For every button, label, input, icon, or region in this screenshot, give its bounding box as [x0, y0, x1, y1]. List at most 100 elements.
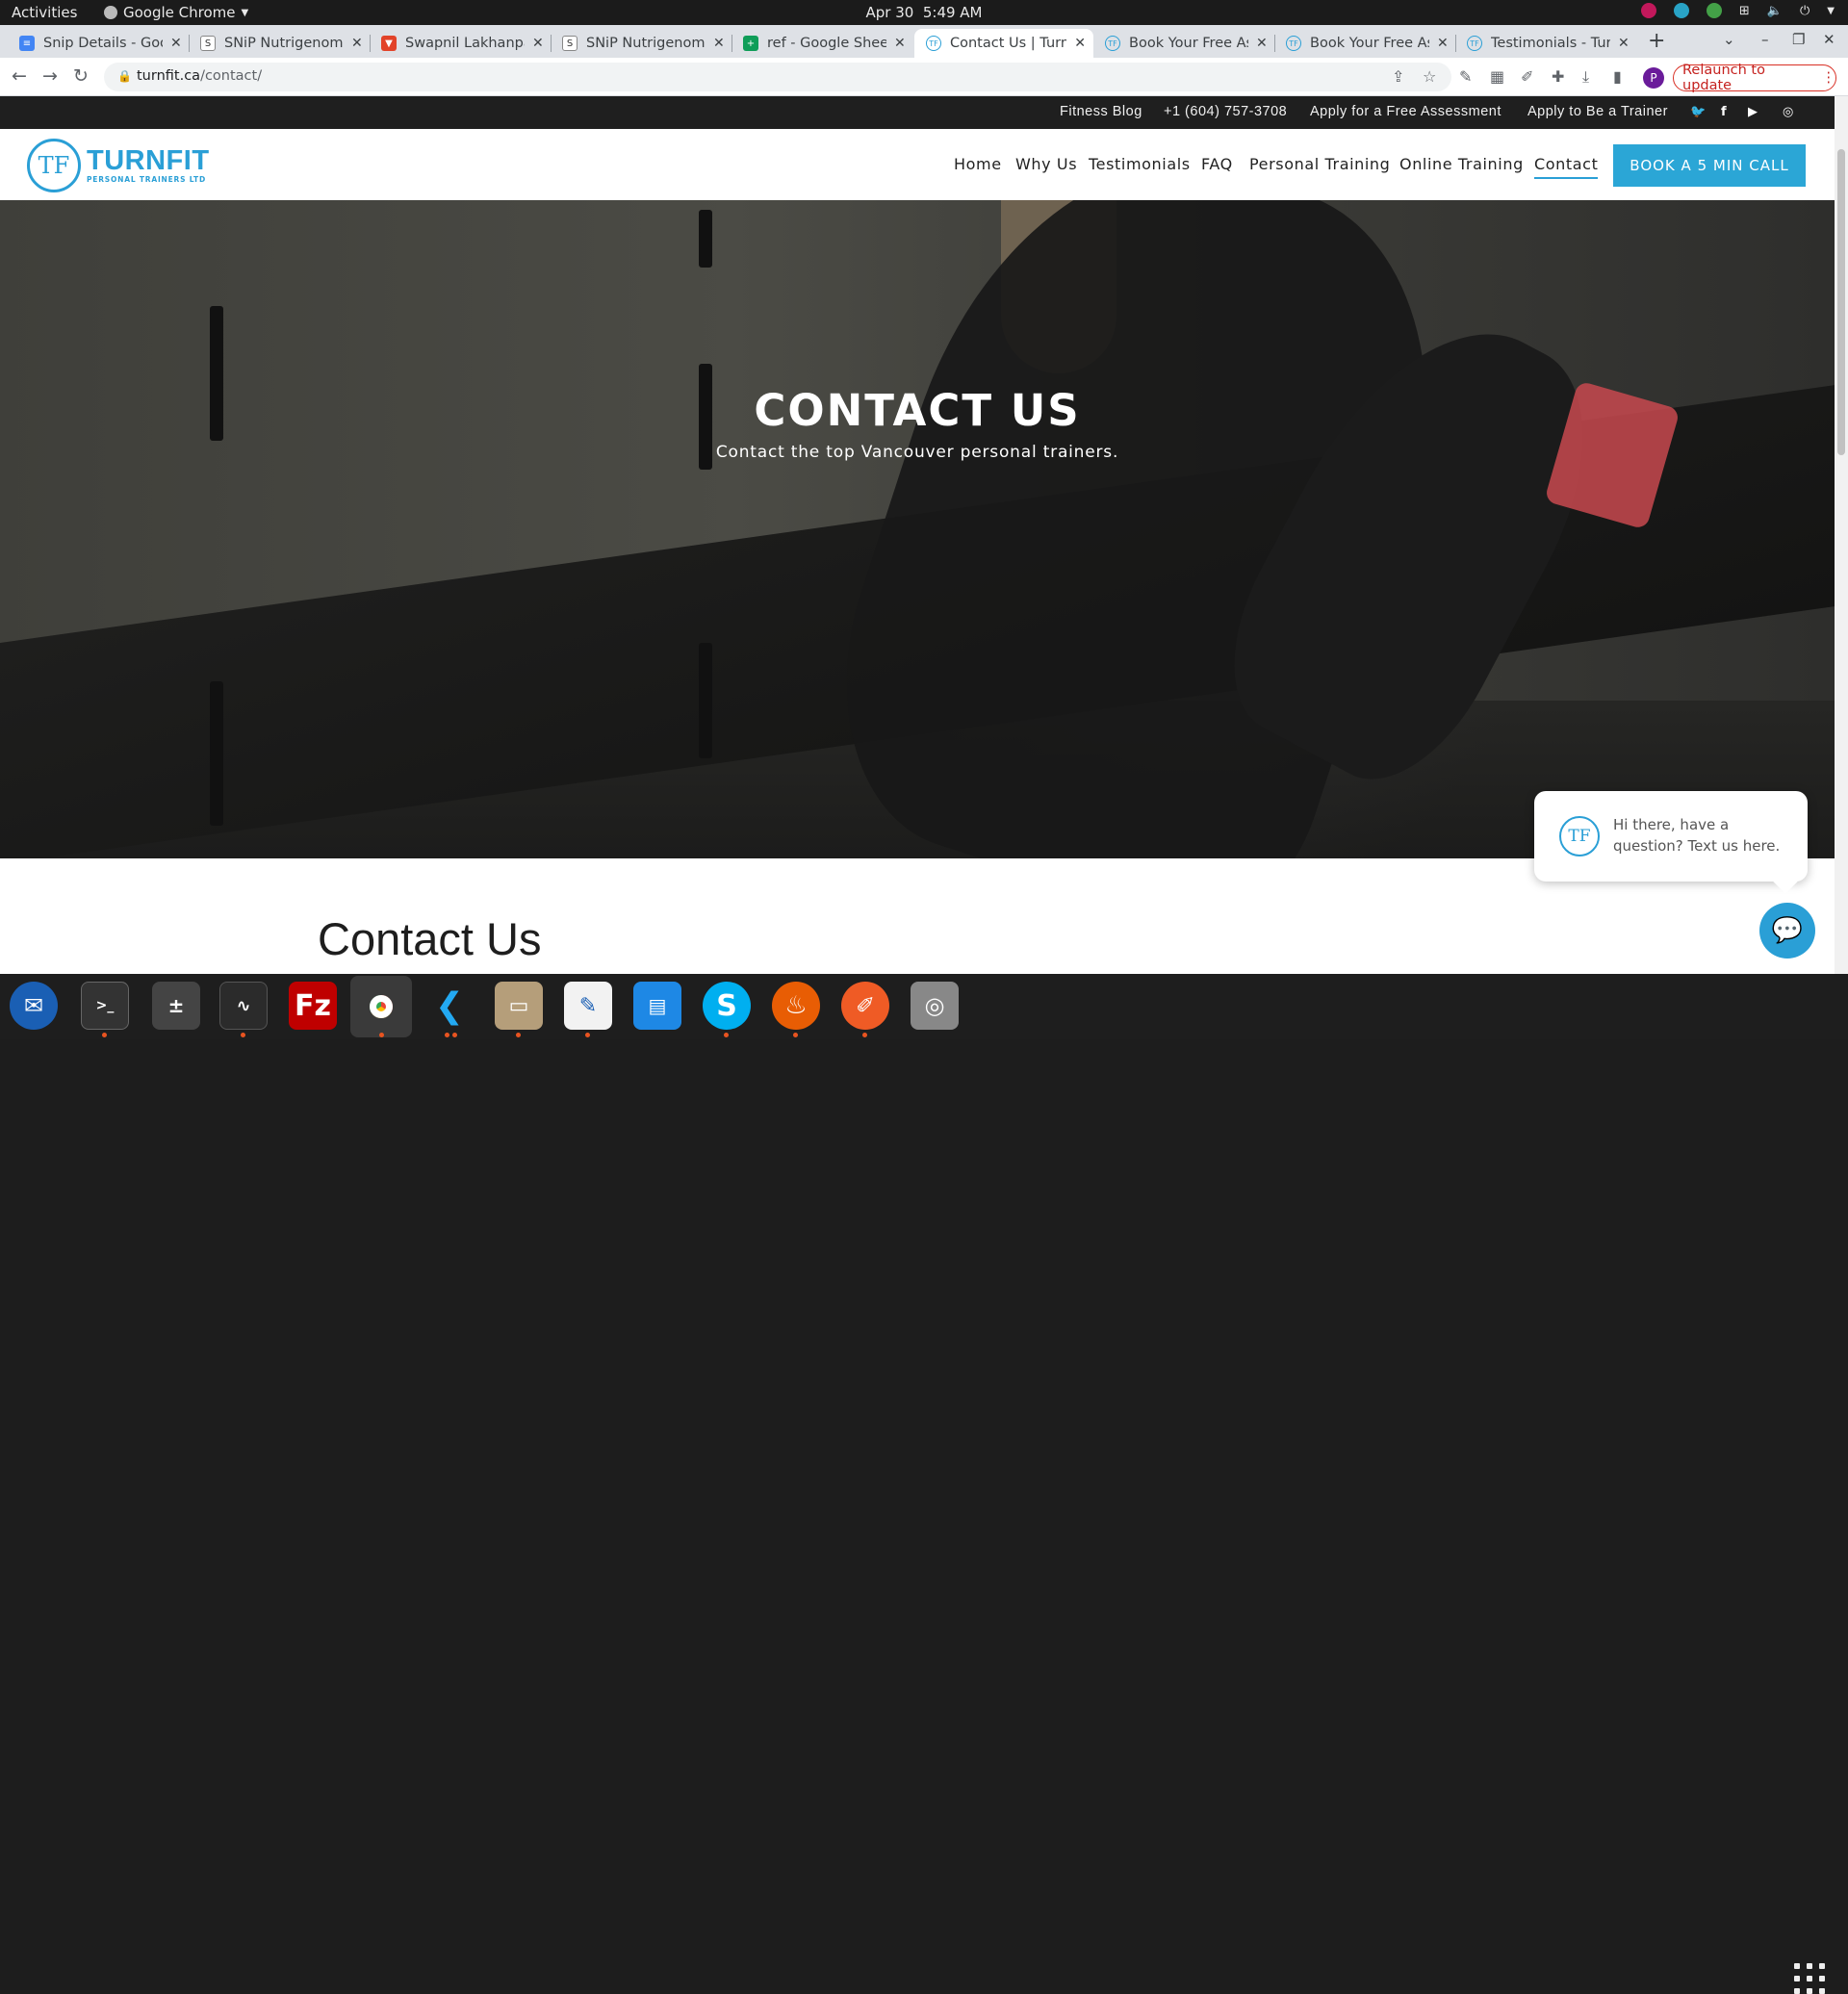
- youtube-icon[interactable]: ▶: [1748, 105, 1758, 119]
- forward-icon[interactable]: →: [42, 65, 58, 87]
- vscode-icon[interactable]: ❮: [425, 982, 474, 1030]
- close-icon[interactable]: ✕: [713, 36, 725, 51]
- tab-snip-details[interactable]: ≡ Snip Details - Goo ✕: [8, 29, 190, 58]
- tab-book-free-1[interactable]: TF Book Your Free As ✕: [1093, 29, 1275, 58]
- nav-contact[interactable]: Contact: [1534, 155, 1599, 179]
- running-indicator: [585, 1033, 590, 1037]
- system-tray[interactable]: ⊞ 🔈 ⏻ ▼: [1640, 3, 1835, 18]
- chat-popup[interactable]: TF Hi there, have a question? Text us he…: [1534, 791, 1808, 894]
- chevron-down-icon[interactable]: ▼: [1827, 6, 1835, 16]
- url-text[interactable]: turnfit.ca/contact/: [137, 68, 262, 84]
- minimize-button[interactable]: –: [1761, 31, 1769, 48]
- filezilla-icon[interactable]: Fz: [289, 982, 337, 1030]
- skype-icon[interactable]: S: [703, 982, 751, 1030]
- chrome-dock-icon[interactable]: [350, 976, 412, 1037]
- nav-personal-training[interactable]: Personal Training: [1249, 155, 1390, 173]
- snip-icon: S: [562, 36, 578, 51]
- date: Apr 30: [865, 4, 914, 21]
- tab-snip-nutrigenomics-1[interactable]: S SNiP Nutrigenomi ✕: [189, 29, 371, 58]
- download-icon[interactable]: ⤓: [1582, 67, 1589, 87]
- instagram-icon[interactable]: ◎: [1783, 105, 1793, 119]
- running-indicator: [445, 1033, 449, 1037]
- side-panel-icon[interactable]: ▮: [1613, 67, 1622, 86]
- relaunch-button[interactable]: Relaunch to update ⋮: [1673, 63, 1836, 93]
- nav-online-training[interactable]: Online Training: [1399, 155, 1524, 173]
- chat-button[interactable]: 💬: [1759, 903, 1815, 959]
- close-icon[interactable]: ✕: [532, 36, 544, 51]
- address-bar[interactable]: 🔒 turnfit.ca/contact/ ⇪ ☆: [104, 63, 1451, 91]
- apply-trainer-link[interactable]: Apply to Be a Trainer: [1527, 104, 1668, 119]
- volume-icon[interactable]: 🔈: [1767, 4, 1783, 18]
- flame-app-icon[interactable]: ♨: [772, 982, 820, 1030]
- sheets-icon: +: [743, 36, 758, 51]
- close-icon[interactable]: ✕: [170, 36, 182, 51]
- tab-ref-sheet[interactable]: + ref - Google Sheet ✕: [732, 29, 913, 58]
- text-editor-icon[interactable]: ✎: [564, 982, 612, 1030]
- twitter-icon[interactable]: 🐦: [1690, 105, 1706, 119]
- tab-title: Contact Us | Turnf: [950, 36, 1067, 51]
- tab-strip: ≡ Snip Details - Goo ✕ S SNiP Nutrigenom…: [0, 25, 1848, 58]
- files-icon[interactable]: ▭: [495, 982, 543, 1030]
- close-window-button[interactable]: ✕: [1823, 31, 1835, 48]
- nav-home[interactable]: Home: [954, 155, 1002, 173]
- close-icon[interactable]: ✕: [1074, 36, 1086, 51]
- running-indicator: [724, 1033, 729, 1037]
- tab-title: SNiP Nutrigenomi: [224, 36, 344, 51]
- share-icon[interactable]: ⇪: [1392, 67, 1404, 86]
- update-check-icon[interactable]: [1706, 3, 1722, 18]
- calculator-icon[interactable]: ±: [152, 982, 200, 1030]
- tab-testimonials[interactable]: TF Testimonials - Tur ✕: [1455, 29, 1637, 58]
- scrollbar-thumb[interactable]: [1837, 149, 1845, 455]
- close-icon[interactable]: ✕: [894, 36, 906, 51]
- more-menu-icon[interactable]: ⋮: [1822, 70, 1836, 86]
- extensions-puzzle-icon[interactable]: ✚: [1552, 67, 1564, 86]
- close-icon[interactable]: ✕: [351, 36, 363, 51]
- phone-link[interactable]: +1 (604) 757-3708: [1164, 104, 1287, 119]
- power-icon[interactable]: ⏻: [1800, 4, 1810, 18]
- nav-why-us[interactable]: Why Us: [1015, 155, 1077, 173]
- thunderbird-icon[interactable]: ✉: [10, 982, 58, 1030]
- fitness-blog-link[interactable]: Fitness Blog: [1060, 104, 1142, 119]
- postman-icon[interactable]: ✐: [841, 982, 889, 1030]
- turnfit-logo[interactable]: TF TURNFIT PERSONAL TRAINERS LTD: [27, 139, 210, 192]
- network-icon[interactable]: ⊞: [1739, 4, 1750, 18]
- sync-icon[interactable]: [1673, 3, 1689, 18]
- calendar-extension-icon[interactable]: ▦: [1490, 67, 1504, 86]
- extension-tray-icon[interactable]: [1640, 3, 1656, 18]
- book-call-button[interactable]: BOOK A 5 MIN CALL: [1613, 144, 1806, 187]
- facebook-icon[interactable]: f: [1721, 105, 1727, 119]
- terminal-icon[interactable]: >_: [81, 982, 129, 1030]
- bookmark-star-icon[interactable]: ☆: [1423, 67, 1436, 86]
- profile-avatar[interactable]: P: [1643, 67, 1664, 89]
- restore-button[interactable]: ❐: [1792, 31, 1805, 48]
- lock-icon[interactable]: 🔒: [117, 69, 132, 83]
- page-scrollbar[interactable]: [1835, 96, 1848, 974]
- chat-message: Hi there, have a question? Text us here.: [1613, 816, 1781, 855]
- disk-utility-icon[interactable]: ◎: [911, 982, 959, 1030]
- close-icon[interactable]: ✕: [1256, 36, 1268, 51]
- tab-swapnil[interactable]: ▼ Swapnil Lakhanpa ✕: [370, 29, 552, 58]
- close-icon[interactable]: ✕: [1437, 36, 1449, 51]
- eyedropper-extension-icon[interactable]: ✎: [1459, 67, 1472, 86]
- nav-faq[interactable]: FAQ: [1201, 155, 1233, 173]
- libreoffice-writer-icon[interactable]: ▤: [633, 982, 681, 1030]
- running-indicator: [241, 1033, 245, 1037]
- nav-testimonials[interactable]: Testimonials: [1089, 155, 1191, 173]
- pen-extension-icon[interactable]: ✐: [1521, 67, 1533, 86]
- turnfit-icon: TF: [926, 36, 941, 51]
- show-applications-icon[interactable]: [1794, 1963, 1825, 1994]
- free-assessment-link[interactable]: Apply for a Free Assessment: [1310, 104, 1502, 119]
- tab-search-icon[interactable]: ⌄: [1723, 31, 1735, 48]
- close-icon[interactable]: ✕: [1618, 36, 1630, 51]
- system-monitor-icon[interactable]: ∿: [219, 982, 268, 1030]
- back-icon[interactable]: ←: [12, 65, 27, 87]
- relaunch-label: Relaunch to update: [1682, 63, 1765, 93]
- tab-contact-us[interactable]: TF Contact Us | Turnf ✕: [914, 29, 1093, 58]
- running-indicator: [102, 1033, 107, 1037]
- tab-book-free-2[interactable]: TF Book Your Free As ✕: [1274, 29, 1456, 58]
- wall-bracket: [210, 681, 223, 826]
- clock[interactable]: Apr 30 5:49 AM: [0, 4, 1848, 21]
- reload-icon[interactable]: ↻: [73, 65, 89, 87]
- tab-snip-nutrigenomics-2[interactable]: S SNiP Nutrigenomi ✕: [551, 29, 732, 58]
- new-tab-button[interactable]: +: [1648, 29, 1665, 53]
